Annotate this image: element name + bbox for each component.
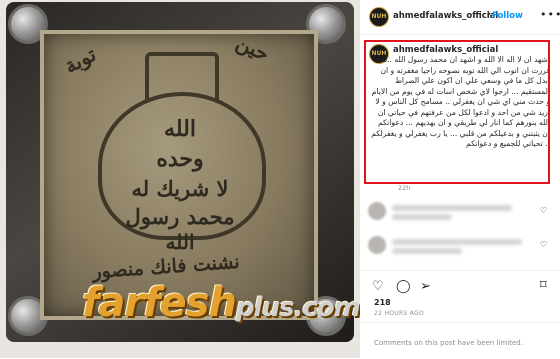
bookmark-icon[interactable]: ⌑ xyxy=(540,278,547,293)
likes-count[interactable]: 218 xyxy=(374,298,391,307)
comment-meta-blurred xyxy=(392,214,452,220)
action-bar: ♡ ◯ ➢ ⌑ xyxy=(360,270,560,294)
watermark-plus: plus.com xyxy=(235,293,360,323)
caption-time: 22h xyxy=(398,184,411,192)
comment-text-blurred xyxy=(392,205,512,211)
send-icon[interactable]: ➢ xyxy=(420,279,431,294)
comments-limited-text: Comments on this post have been limited. xyxy=(374,339,523,347)
more-options-icon[interactable]: ••• xyxy=(540,8,560,21)
separator-dot: • xyxy=(486,10,492,20)
commenter-avatar xyxy=(368,202,386,220)
comment-meta-blurred xyxy=(392,248,462,254)
comment-like-icon[interactable]: ♡ xyxy=(540,206,547,215)
caption-highlight-box xyxy=(364,40,550,184)
comment-like-icon[interactable]: ♡ xyxy=(540,240,547,249)
post-image[interactable]: توبة حين الله وحده لا شريك له محمد رسول … xyxy=(0,0,360,358)
commenter-avatar xyxy=(368,236,386,254)
watermark-logo: farfeshplus.com xyxy=(82,280,360,326)
engraving-line: الله xyxy=(164,116,196,142)
comment-text-blurred xyxy=(392,239,522,245)
post-header: NUH ahmedfalawks_official • Follow ••• xyxy=(360,0,560,35)
engraving-line: الله xyxy=(165,230,195,254)
author-username[interactable]: ahmedfalawks_official xyxy=(393,11,498,21)
author-avatar[interactable]: NUH xyxy=(369,7,389,27)
follow-button[interactable]: Follow xyxy=(492,11,523,21)
watermark-main: farfesh xyxy=(82,280,237,326)
engraving-line: لا شريك له xyxy=(131,176,229,201)
comment-row: ♡ xyxy=(368,236,548,258)
engraving-line: محمد رسول xyxy=(125,204,235,229)
avatar-text: NUH xyxy=(371,13,387,20)
engraving-line: وحده xyxy=(156,146,204,172)
comment-row: ♡ xyxy=(368,202,548,224)
comments-limited-bar: Comments on this post have been limited. xyxy=(360,322,560,359)
heart-icon[interactable]: ♡ xyxy=(372,279,384,294)
post-time-ago: 22 HOURS AGO xyxy=(374,310,425,317)
comment-icon[interactable]: ◯ xyxy=(396,279,411,294)
